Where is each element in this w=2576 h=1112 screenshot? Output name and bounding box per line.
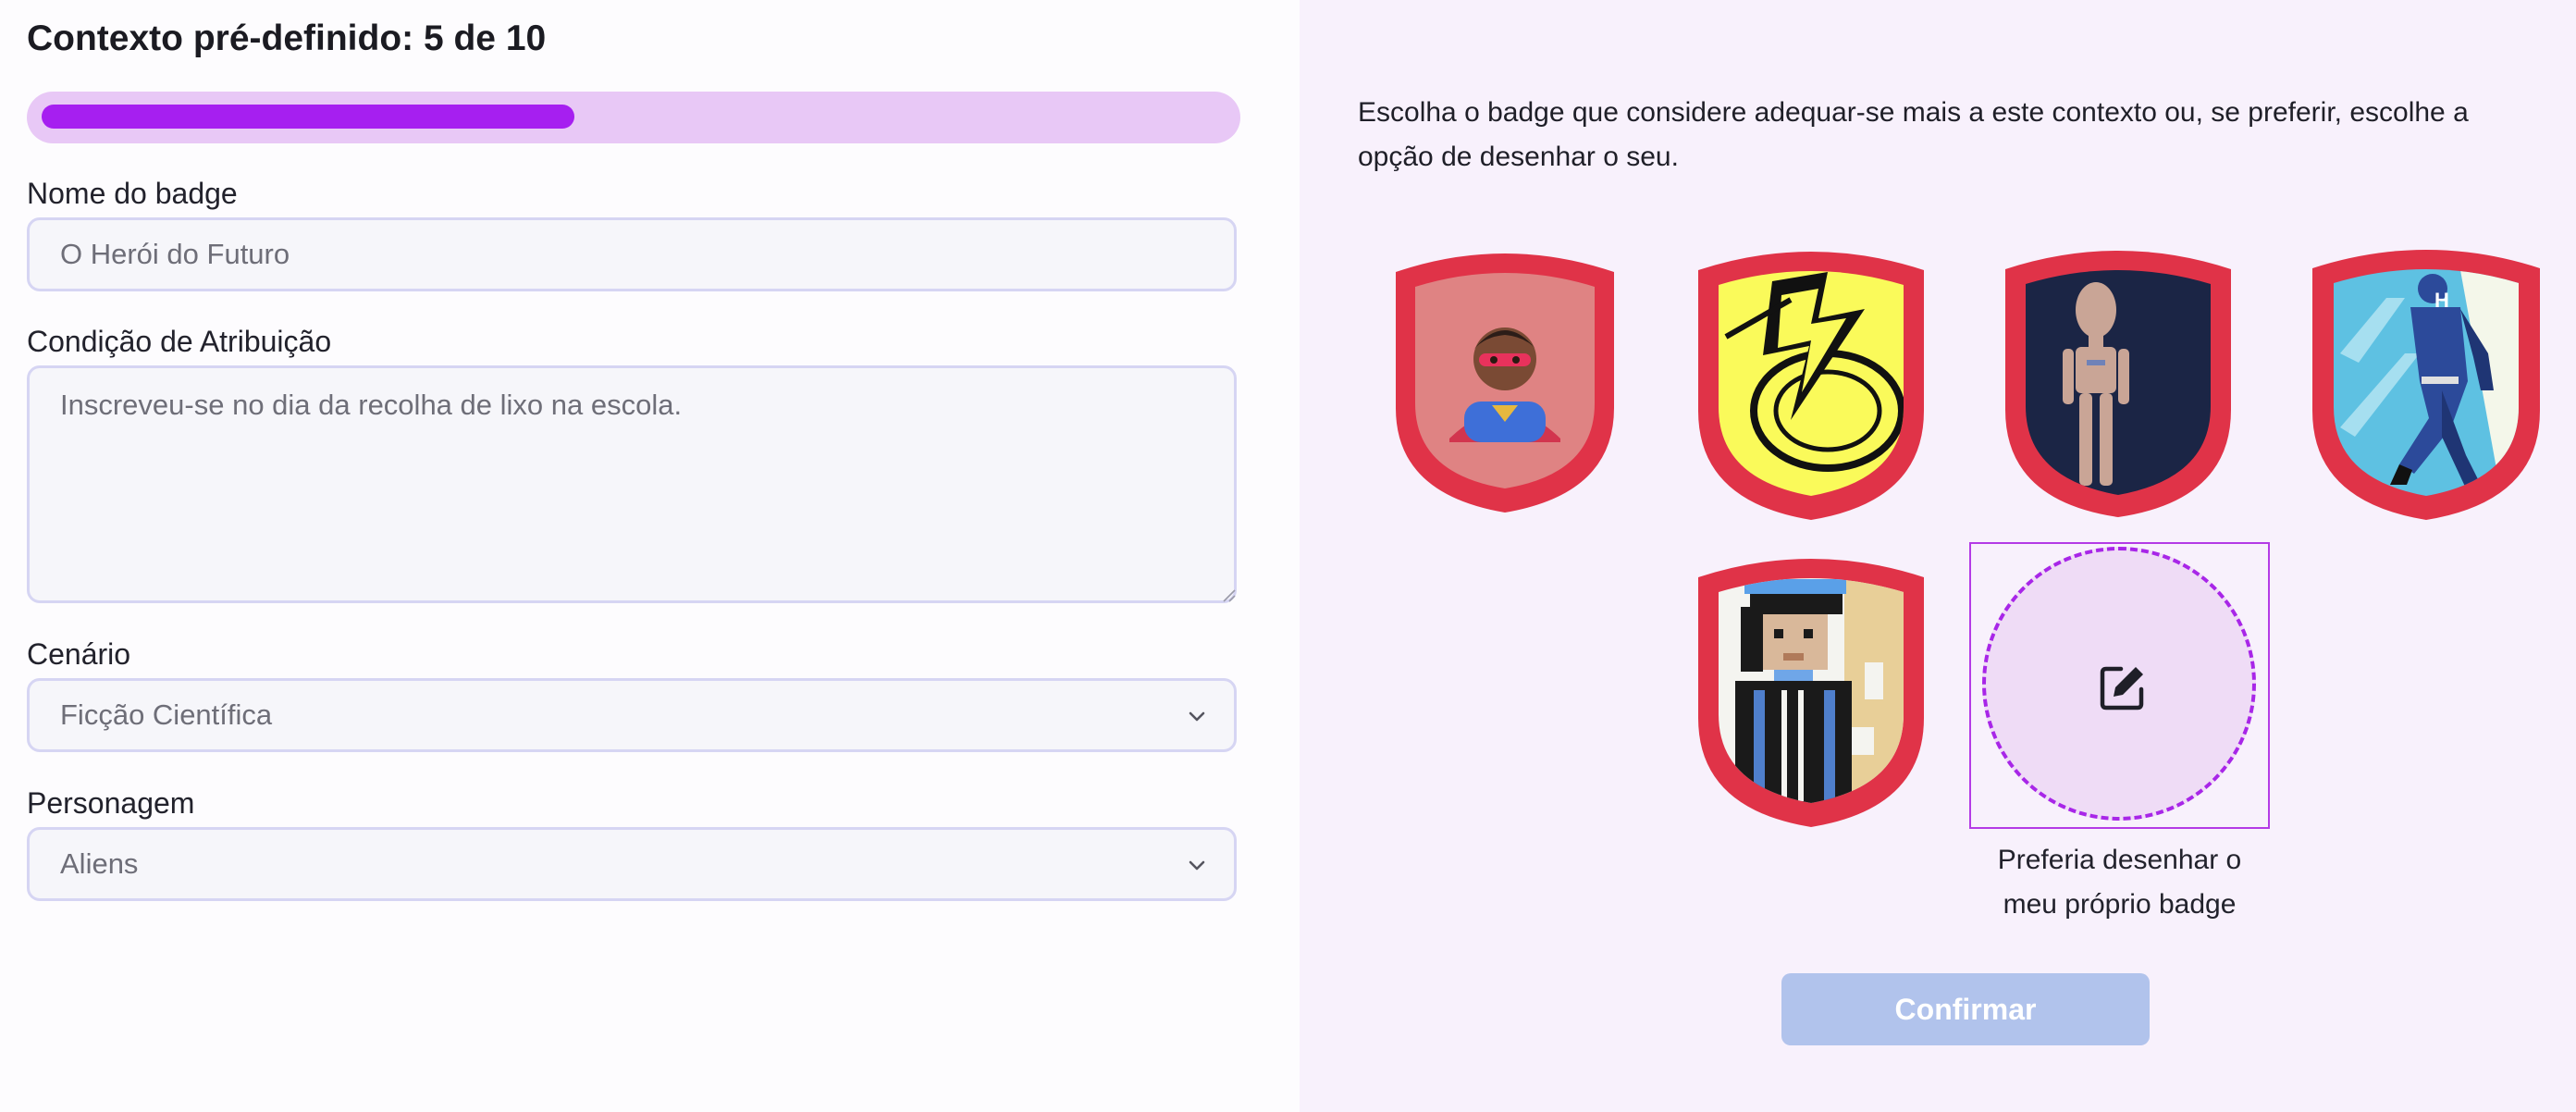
draw-caption-line-2: meu próprio badge bbox=[2003, 889, 2237, 920]
badge-option-flying-hero[interactable]: H bbox=[2303, 242, 2549, 520]
draw-own-badge-circle[interactable] bbox=[1982, 547, 2256, 821]
scenario-value: Ficção Científica bbox=[60, 698, 273, 731]
draw-own-badge-option[interactable] bbox=[1969, 542, 2270, 829]
badge-name-label: Nome do badge bbox=[27, 177, 238, 210]
badge-option-pixel-astronaut[interactable] bbox=[1689, 551, 1933, 829]
scenario-select[interactable]: Ficção Científica bbox=[27, 678, 1237, 752]
condition-textarea[interactable]: Inscreveu-se no dia da recolha de lixo n… bbox=[27, 365, 1237, 603]
progress-fill bbox=[42, 105, 574, 129]
instructions-text: Escolha o badge que considere adequar-se… bbox=[1358, 97, 2469, 172]
edit-icon bbox=[2100, 666, 2144, 710]
character-value: Aliens bbox=[60, 847, 139, 880]
scenario-label: Cenário bbox=[27, 637, 131, 671]
badge-option-robot[interactable] bbox=[1996, 243, 2240, 517]
progress-bar bbox=[27, 92, 1240, 143]
svg-text:H: H bbox=[2434, 289, 2449, 312]
chevron-down-icon bbox=[1189, 860, 1205, 871]
condition-label: Condição de Atribuição bbox=[27, 325, 332, 358]
page-title: Contexto pré-definido: 5 de 10 bbox=[27, 19, 547, 58]
form-panel: Contexto pré-definido: 5 de 10 Nome do b… bbox=[0, 0, 1300, 1112]
badge-name-input[interactable] bbox=[27, 217, 1237, 291]
resize-grip-icon[interactable] bbox=[1220, 587, 1237, 603]
badge-option-lightning[interactable] bbox=[1689, 244, 1933, 522]
draw-caption-line-1: Preferia desenhar o bbox=[1997, 845, 2242, 875]
draw-own-badge-caption: Preferia desenhar o meu próprio badge bbox=[1951, 838, 2288, 927]
character-select[interactable]: Aliens bbox=[27, 827, 1237, 901]
badge-option-superhero[interactable] bbox=[1387, 246, 1623, 514]
confirm-button[interactable]: Confirmar bbox=[1781, 973, 2150, 1045]
badge-selection-panel: Escolha o badge que considere adequar-se… bbox=[1300, 0, 2576, 1112]
chevron-down-icon bbox=[1189, 711, 1205, 722]
character-label: Personagem bbox=[27, 786, 195, 820]
